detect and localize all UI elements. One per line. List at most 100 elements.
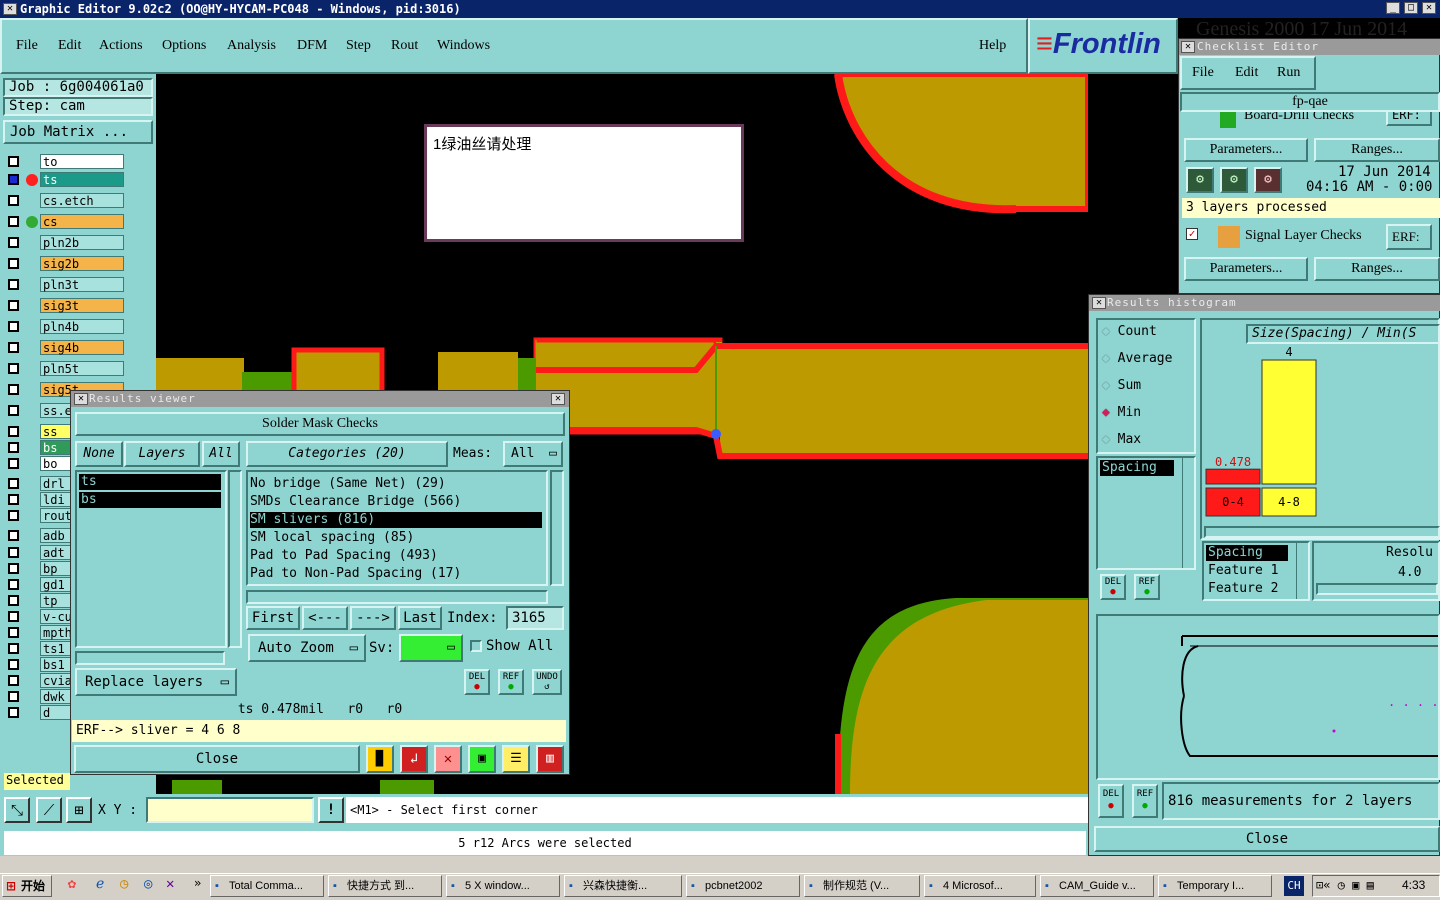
layer-checkbox[interactable] bbox=[8, 659, 19, 670]
run-all-icon[interactable]: ⚙ bbox=[1220, 167, 1248, 193]
checklist-item-1[interactable]: Board-Drill Checks ERF: bbox=[1180, 112, 1438, 130]
layer-list-item[interactable]: ts bbox=[79, 474, 221, 490]
layer-checkbox[interactable] bbox=[8, 174, 19, 185]
layer-checkbox[interactable] bbox=[8, 321, 19, 332]
sv-color-select[interactable]: ▭ bbox=[399, 634, 463, 662]
layer-row-pln2b[interactable]: pln2b bbox=[6, 235, 124, 251]
feature-list-item[interactable]: Feature 2 bbox=[1206, 581, 1278, 597]
layer-checkbox[interactable] bbox=[8, 363, 19, 374]
prev-button[interactable]: <--- bbox=[302, 606, 348, 630]
taskbar-item[interactable]: ▪ pcbnet2002 bbox=[686, 875, 800, 897]
overflow-icon[interactable]: » bbox=[194, 876, 201, 890]
category-item[interactable]: Pad to Pad Spacing (493) bbox=[250, 548, 438, 563]
preview-del-button[interactable]: DEL ● bbox=[1098, 784, 1124, 818]
menu-step[interactable]: Step bbox=[346, 38, 371, 54]
spacing-list-item[interactable]: Spacing bbox=[1100, 460, 1174, 476]
layer-checkbox[interactable] bbox=[8, 478, 19, 489]
layer-checkbox[interactable] bbox=[8, 707, 19, 718]
layer-checkbox[interactable] bbox=[8, 279, 19, 290]
measure-icon[interactable]: ⟋ bbox=[36, 797, 62, 823]
taskbar-item[interactable]: ▪ 制作规范 (V... bbox=[804, 875, 920, 897]
browser-icon[interactable]: ◎ bbox=[144, 876, 162, 896]
layer-checkbox[interactable] bbox=[8, 643, 19, 654]
layer-name[interactable]: pln2b bbox=[40, 235, 124, 250]
menu-file[interactable]: File bbox=[16, 38, 38, 54]
clock-app-icon[interactable]: ◷ bbox=[120, 876, 138, 896]
del-button[interactable]: DEL ● bbox=[464, 669, 490, 695]
parameters-button-1[interactable]: Parameters... bbox=[1184, 138, 1308, 162]
menu-options[interactable]: Options bbox=[162, 38, 206, 54]
document-icon[interactable]: ☰ bbox=[502, 745, 530, 773]
layer-row-pln3t[interactable]: pln3t bbox=[6, 277, 124, 293]
histogram-option-count[interactable]: ◆ Count bbox=[1102, 324, 1157, 339]
layer-checkbox[interactable] bbox=[8, 458, 19, 469]
x-app-icon[interactable]: ✕ bbox=[166, 876, 184, 896]
auto-zoom-button[interactable]: Auto Zoom ▭ bbox=[248, 634, 366, 662]
show-all-checkbox[interactable] bbox=[470, 640, 482, 652]
meas-select[interactable]: All ▭ bbox=[503, 441, 563, 467]
menu-help[interactable]: Help bbox=[979, 38, 1006, 54]
all-button[interactable]: All bbox=[202, 441, 240, 467]
histogram-icon[interactable]: ▥ bbox=[536, 745, 564, 773]
layer-checkbox[interactable] bbox=[8, 156, 19, 167]
menu-actions[interactable]: Actions bbox=[99, 38, 143, 54]
feature-list-item[interactable]: Feature 1 bbox=[1206, 563, 1278, 579]
layer-row-sig2b[interactable]: sig2b bbox=[6, 256, 124, 272]
layer-checkbox[interactable] bbox=[8, 530, 19, 541]
layer-name[interactable]: sig2b bbox=[40, 256, 124, 271]
histogram-option-max[interactable]: ◆ Max bbox=[1102, 432, 1141, 447]
layer-checkbox[interactable] bbox=[8, 691, 19, 702]
layer-name[interactable]: sig3t bbox=[40, 298, 124, 313]
histogram-hscroll[interactable] bbox=[1204, 526, 1440, 538]
menu-analysis[interactable]: Analysis bbox=[227, 38, 276, 54]
layer-row-sig3t[interactable]: sig3t bbox=[6, 298, 124, 314]
replace-layers-button[interactable]: Replace layers ▭ bbox=[75, 668, 237, 696]
zoom-fit-icon[interactable]: ⤡ bbox=[4, 797, 30, 823]
layer-row-to[interactable]: to bbox=[6, 154, 124, 170]
layer-checkbox[interactable] bbox=[8, 258, 19, 269]
layer-row-sig4b[interactable]: sig4b bbox=[6, 340, 124, 356]
layer-checkbox[interactable] bbox=[8, 300, 19, 311]
checklist-menu-file[interactable]: File bbox=[1192, 65, 1214, 81]
categories-button[interactable]: Categories (20) bbox=[246, 441, 448, 467]
stop-icon[interactable]: ⚙ bbox=[1254, 167, 1282, 193]
erf-button-2[interactable]: ERF: bbox=[1386, 224, 1432, 250]
taskbar-item[interactable]: ▪ 兴森快捷衡... bbox=[564, 875, 682, 897]
next-button[interactable]: ---> bbox=[350, 606, 396, 630]
layer-row-cs[interactable]: cs bbox=[6, 214, 124, 230]
grid-icon[interactable]: ⊞ bbox=[66, 797, 92, 823]
xy-input[interactable] bbox=[146, 797, 314, 823]
results-close-icon[interactable]: ✕ bbox=[551, 393, 565, 405]
layer-row-csetch[interactable]: cs.etch bbox=[6, 193, 124, 209]
layer-checkbox[interactable] bbox=[8, 547, 19, 558]
layer-checkbox[interactable] bbox=[8, 442, 19, 453]
layer-checkbox[interactable] bbox=[8, 405, 19, 416]
tray-icons[interactable]: ⊡« ◷ ▣ ▤ bbox=[1316, 878, 1374, 892]
layer-row-pln4b[interactable]: pln4b bbox=[6, 319, 124, 335]
ref-button[interactable]: REF ● bbox=[498, 669, 524, 695]
maximize-icon[interactable]: □ bbox=[1404, 2, 1418, 14]
layer-checkbox[interactable] bbox=[8, 579, 19, 590]
minimize-icon[interactable]: _ bbox=[1386, 2, 1400, 14]
results-close-button[interactable]: Close bbox=[74, 745, 360, 773]
spacing-list[interactable]: Spacing bbox=[1096, 456, 1196, 570]
layer-checkbox[interactable] bbox=[8, 510, 19, 521]
layer-list-hscroll[interactable] bbox=[75, 651, 225, 665]
layer-checkbox[interactable] bbox=[8, 384, 19, 395]
layer-checkbox[interactable] bbox=[8, 216, 19, 227]
language-indicator[interactable]: CH bbox=[1284, 876, 1304, 896]
checklist-menu-edit[interactable]: Edit bbox=[1235, 65, 1258, 81]
layer-checkbox[interactable] bbox=[8, 494, 19, 505]
layer-checkbox[interactable] bbox=[8, 237, 19, 248]
layer-name[interactable]: to bbox=[40, 154, 124, 169]
category-list[interactable]: No bridge (Same Net) (29) SMDs Clearance… bbox=[246, 470, 548, 586]
category-list-hscroll[interactable] bbox=[246, 590, 548, 604]
taskbar-item[interactable]: ▪ 快捷方式 到... bbox=[328, 875, 442, 897]
layer-name[interactable]: cs bbox=[40, 214, 124, 229]
layer-row-ts[interactable]: ts bbox=[6, 172, 124, 188]
category-item-selected[interactable]: SM slivers (816) bbox=[250, 512, 542, 528]
layer-checkbox[interactable] bbox=[8, 563, 19, 574]
layer-checkbox[interactable] bbox=[8, 195, 19, 206]
feature-list[interactable]: Spacing Feature 1 Feature 2 bbox=[1202, 541, 1310, 601]
layer-name[interactable]: ts bbox=[40, 172, 124, 187]
